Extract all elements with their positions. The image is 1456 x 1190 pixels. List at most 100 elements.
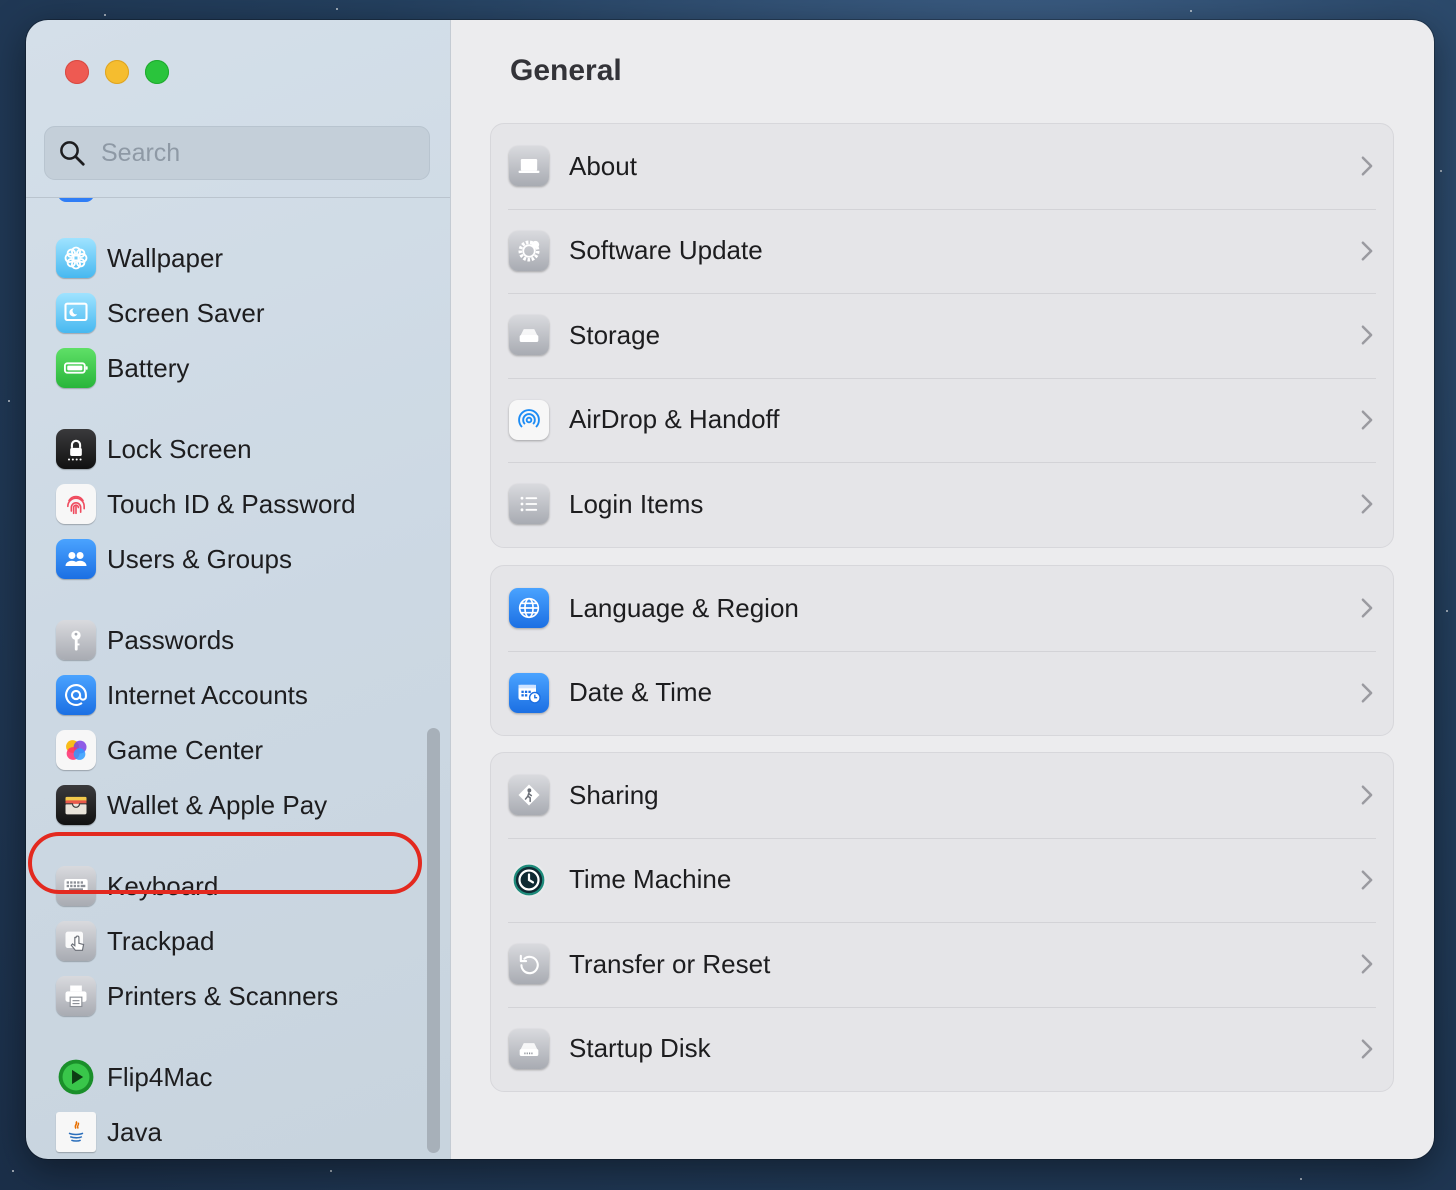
laptop-icon <box>509 146 549 187</box>
chevron-right-icon <box>1361 156 1373 176</box>
sidebar-item-printers[interactable]: Printers & Scanners <box>56 972 416 1020</box>
chevron-right-icon <box>1361 954 1373 974</box>
sidebar-item-trackpad[interactable]: Trackpad <box>56 917 416 965</box>
row-software-update[interactable]: Software Update <box>491 208 1393 294</box>
at-sign-icon <box>56 675 96 715</box>
row-label: Language & Region <box>569 592 799 623</box>
chevron-right-icon <box>1361 785 1373 805</box>
chevron-right-icon <box>1361 598 1373 618</box>
row-label: Storage <box>569 319 661 350</box>
gear-icon <box>509 230 549 271</box>
game-center-icon <box>56 730 96 770</box>
search-input[interactable] <box>99 137 403 169</box>
chevron-right-icon <box>1361 241 1373 261</box>
sidebar-scrollbar[interactable] <box>427 728 440 1153</box>
sidebar-item-lock-screen[interactable]: Lock Screen <box>56 425 416 473</box>
settings-group-sharing: Sharing Time Machine Transfer or Reset S… <box>490 752 1394 1092</box>
sidebar-item-label: Battery <box>107 352 190 383</box>
row-transfer-reset[interactable]: Transfer or Reset <box>491 922 1393 1007</box>
sidebar-item-label: Trackpad <box>107 925 215 956</box>
fingerprint-icon <box>56 484 96 524</box>
row-airdrop-handoff[interactable]: AirDrop & Handoff <box>491 377 1393 463</box>
sidebar-list[interactable]: Wallpaper Screen Saver Battery Lock Scre… <box>26 198 450 1159</box>
row-label: About <box>569 150 637 181</box>
airdrop-icon <box>509 399 549 440</box>
page-title: General <box>510 54 622 87</box>
sidebar-item-internet-accounts[interactable]: Internet Accounts <box>56 671 416 719</box>
sidebar-item-game-center[interactable]: Game Center <box>56 726 416 774</box>
wallpaper-icon <box>56 238 96 278</box>
sidebar-item-flip4mac[interactable]: Flip4Mac <box>56 1053 416 1101</box>
sidebar-item-label: Screen Saver <box>107 297 265 328</box>
sidebar-item-label: Game Center <box>107 734 264 765</box>
row-label: Date & Time <box>569 677 713 708</box>
disk-icon <box>509 315 549 356</box>
sidebar-item-label: Touch ID & Password <box>107 488 356 519</box>
settings-group-region: Language & Region Date & Time <box>490 565 1394 736</box>
search-icon <box>60 141 85 166</box>
chevron-right-icon <box>1361 870 1373 890</box>
row-date-time[interactable]: Date & Time <box>491 650 1393 736</box>
globe-icon <box>509 588 549 629</box>
sidebar-item-label: Users & Groups <box>107 543 292 574</box>
sidebar-item-label: Passwords <box>107 624 235 655</box>
sidebar-item-touch-id[interactable]: Touch ID & Password <box>56 480 416 528</box>
sidebar-item-label: Printers & Scanners <box>107 980 339 1011</box>
row-about[interactable]: About <box>491 124 1393 209</box>
row-label: Login Items <box>569 488 704 519</box>
settings-group-system: About Software Update Storage AirDrop & … <box>490 123 1394 548</box>
trackpad-icon <box>56 921 96 961</box>
row-login-items[interactable]: Login Items <box>491 462 1393 547</box>
chevron-right-icon <box>1361 410 1373 430</box>
sidebar-item-java[interactable]: Java <box>56 1108 416 1156</box>
sidebar-item-label: Lock Screen <box>107 433 252 464</box>
sidebar-item-keyboard[interactable]: Keyboard <box>56 862 416 910</box>
chevron-right-icon <box>1361 494 1373 514</box>
time-machine-icon <box>509 860 549 900</box>
row-label: Time Machine <box>569 864 732 895</box>
sidebar-item-wallpaper[interactable]: Wallpaper <box>56 234 416 282</box>
lock-icon <box>56 429 96 469</box>
keyboard-icon <box>56 866 96 906</box>
wallet-icon <box>56 785 96 825</box>
row-label: AirDrop & Handoff <box>569 404 780 435</box>
close-button[interactable] <box>65 60 89 84</box>
users-icon <box>56 539 96 579</box>
printer-icon <box>56 976 96 1016</box>
chevron-right-icon <box>1361 683 1373 703</box>
row-label: Software Update <box>569 235 763 266</box>
sidebar-item-label: Wallet & Apple Pay <box>107 789 328 820</box>
minimize-button[interactable] <box>105 60 129 84</box>
row-language-region[interactable]: Language & Region <box>491 566 1393 651</box>
sidebar-item-label: Wallpaper <box>107 242 224 273</box>
row-label: Startup Disk <box>569 1033 711 1064</box>
reset-icon <box>509 944 549 985</box>
search-field[interactable] <box>44 126 430 180</box>
system-settings-window: Wallpaper Screen Saver Battery Lock Scre… <box>26 20 1434 1159</box>
calendar-clock-icon <box>509 672 549 713</box>
sidebar-item-label: Java <box>107 1116 162 1147</box>
battery-icon <box>56 348 96 388</box>
traffic-lights <box>65 60 169 84</box>
row-startup-disk[interactable]: Startup Disk <box>491 1006 1393 1092</box>
sharing-icon <box>509 775 549 816</box>
main-pane: General About Software Update Storage Ai… <box>451 20 1434 1159</box>
row-label: Sharing <box>569 779 659 810</box>
sidebar-item-battery[interactable]: Battery <box>56 344 416 392</box>
flip4mac-icon <box>56 1057 96 1097</box>
sidebar-item-passwords[interactable]: Passwords <box>56 616 416 664</box>
java-icon <box>56 1112 96 1152</box>
screen-saver-icon <box>56 293 96 333</box>
sidebar-item-users-groups[interactable]: Users & Groups <box>56 535 416 583</box>
sidebar-item-screen-saver[interactable]: Screen Saver <box>56 289 416 337</box>
row-storage[interactable]: Storage <box>491 293 1393 378</box>
row-sharing[interactable]: Sharing <box>491 753 1393 838</box>
chevron-right-icon <box>1361 1039 1373 1059</box>
zoom-button[interactable] <box>145 60 169 84</box>
startup-disk-icon <box>509 1028 549 1069</box>
list-icon <box>509 484 549 525</box>
row-time-machine[interactable]: Time Machine <box>491 837 1393 923</box>
sidebar-item-label: Flip4Mac <box>107 1061 213 1092</box>
sidebar-item-wallet[interactable]: Wallet & Apple Pay <box>56 781 416 829</box>
sidebar-item-label: Internet Accounts <box>107 679 308 710</box>
